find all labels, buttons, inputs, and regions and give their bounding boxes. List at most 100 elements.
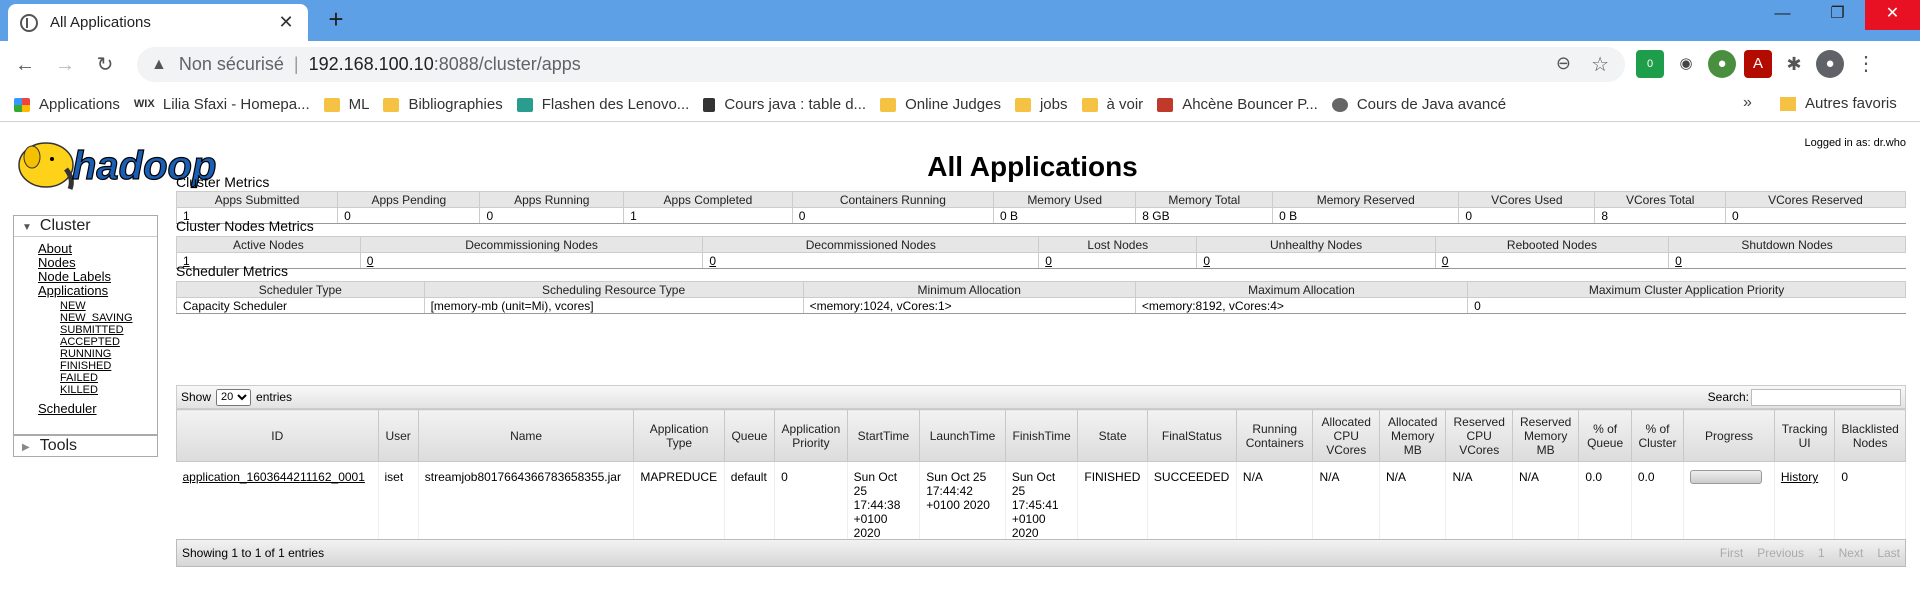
col-header-running-containers[interactable]: Running Containers	[1235, 409, 1314, 462]
cluster-nav-header[interactable]: ▼ Cluster	[14, 216, 157, 237]
nav-state-finished[interactable]: FINISHED	[60, 360, 111, 372]
bookmark-bibliographies[interactable]: Bibliographies	[383, 96, 503, 113]
reload-icon[interactable]: ↻	[90, 50, 120, 80]
col-header-tracking-ui[interactable]: Tracking UI	[1773, 409, 1836, 462]
pdf-extension-icon[interactable]: A	[1744, 50, 1772, 78]
memory-reserved-value: 0 B	[1272, 207, 1459, 224]
nav-state-submitted[interactable]: SUBMITTED	[60, 324, 124, 336]
shield-extension-icon[interactable]: 0	[1636, 50, 1664, 78]
nav-state-new[interactable]: NEW	[60, 300, 86, 312]
entries-select[interactable]: 20	[216, 388, 252, 406]
puzzle-icon[interactable]: ✱	[1780, 50, 1808, 78]
bookmark-applications[interactable]: Applications	[14, 96, 120, 113]
menu-dots-icon[interactable]: ⋮	[1852, 50, 1880, 78]
page-number-button[interactable]: 1	[1818, 546, 1825, 560]
metric-header: Lost Nodes	[1038, 236, 1198, 253]
bookmark-ahcene[interactable]: Ahcène Bouncer P...	[1157, 96, 1318, 113]
bookmark-jobs[interactable]: jobs	[1014, 96, 1068, 113]
col-header-res-mem[interactable]: Reserved Memory MB	[1511, 409, 1580, 462]
nav-about[interactable]: About	[38, 241, 72, 256]
nav-applications[interactable]: Applications	[38, 283, 108, 298]
col-header-finish-time[interactable]: FinishTime	[1004, 409, 1079, 462]
search-input[interactable]	[1751, 388, 1901, 406]
page-next-button[interactable]: Next	[1839, 546, 1864, 560]
nav-scheduler[interactable]: Scheduler	[38, 401, 97, 416]
col-header-pct-queue[interactable]: % of Queue	[1578, 409, 1632, 462]
col-header-queue[interactable]: Queue	[723, 409, 776, 462]
globe-extension-icon[interactable]: ●	[1708, 50, 1736, 78]
profile-avatar-icon[interactable]: ●	[1816, 50, 1844, 78]
col-header-name[interactable]: Name	[417, 409, 635, 462]
metric-header: Apps Submitted	[175, 191, 339, 208]
table-row: application_1603644211162_0001 iset stre…	[176, 461, 1906, 548]
unhealthy-nodes-link[interactable]: 0	[1203, 254, 1210, 268]
app-queue: default	[724, 461, 776, 548]
memory-used-value: 0 B	[993, 207, 1136, 224]
bookmark-cours-java[interactable]: Cours java : table d...	[703, 96, 866, 113]
window-controls: — ❐ ✕	[1755, 0, 1920, 30]
new-tab-button[interactable]: +	[322, 6, 350, 34]
browser-tab[interactable]: All Applications ✕	[8, 4, 308, 41]
col-header-state[interactable]: State	[1077, 409, 1148, 462]
nav-nodes[interactable]: Nodes	[38, 255, 76, 270]
metric-header: Maximum Cluster Application Priority	[1467, 281, 1906, 298]
application-id-link[interactable]: application_1603644211162_0001	[183, 470, 365, 484]
col-header-launch-time[interactable]: LaunchTime	[919, 409, 1006, 462]
col-header-progress[interactable]: Progress	[1683, 409, 1775, 462]
tracking-history-link[interactable]: History	[1781, 470, 1818, 484]
col-header-alloc-mem[interactable]: Allocated Memory MB	[1378, 409, 1447, 462]
col-header-res-vcores[interactable]: Reserved CPU VCores	[1445, 409, 1513, 462]
bookmark-star-icon[interactable]: ☆	[1591, 52, 1609, 77]
zoom-icon[interactable]: ⊖	[1556, 53, 1571, 74]
other-bookmarks[interactable]: Autres favoris	[1780, 95, 1897, 112]
close-tab-icon[interactable]: ✕	[276, 12, 296, 33]
minimize-icon[interactable]: —	[1755, 0, 1810, 30]
resource-type-value: [memory-mb (unit=Mi), vcores]	[423, 297, 804, 314]
nav-state-accepted[interactable]: ACCEPTED	[60, 336, 120, 348]
entries-label: entries	[256, 390, 293, 404]
nav-state-running[interactable]: RUNNING	[60, 348, 111, 360]
security-status[interactable]: Non sécurisé	[179, 54, 284, 75]
col-header-final-status[interactable]: FinalStatus	[1146, 409, 1237, 462]
page-title: All Applications	[927, 151, 1138, 182]
folder-icon	[1081, 97, 1098, 112]
bookmark-online-judges[interactable]: Online Judges	[880, 96, 1001, 113]
col-header-start-time[interactable]: StartTime	[846, 409, 921, 462]
bookmark-java-avance[interactable]: Cours de Java avancé	[1331, 96, 1506, 113]
nav-state-new-saving[interactable]: NEW_SAVING	[60, 312, 133, 324]
rebooted-nodes-link[interactable]: 0	[1442, 254, 1449, 268]
col-header-priority[interactable]: Application Priority	[774, 409, 848, 462]
col-header-user[interactable]: User	[377, 409, 419, 462]
nav-node-labels[interactable]: Node Labels	[38, 269, 111, 284]
tools-nav-header[interactable]: ▶ Tools	[13, 435, 158, 457]
address-bar[interactable]: ▲ Non sécurisé | 192.168.100.10:8088/clu…	[137, 47, 1625, 82]
lost-nodes-link[interactable]: 0	[1045, 254, 1052, 268]
close-window-icon[interactable]: ✕	[1865, 0, 1920, 30]
col-header-alloc-vcores[interactable]: Allocated CPU VCores	[1312, 409, 1380, 462]
nav-state-failed[interactable]: FAILED	[60, 372, 98, 384]
page-last-button[interactable]: Last	[1877, 546, 1900, 560]
col-header-pct-cluster[interactable]: % of Cluster	[1630, 409, 1685, 462]
bookmark-a-voir[interactable]: à voir	[1081, 96, 1143, 113]
bookmark-flashen[interactable]: Flashen des Lenovo...	[516, 96, 689, 113]
shutdown-nodes-link[interactable]: 0	[1675, 254, 1682, 268]
decommissioning-nodes-link[interactable]: 0	[367, 254, 374, 268]
app-running-containers: N/A	[1236, 461, 1314, 548]
col-header-app-type[interactable]: Application Type	[633, 409, 725, 462]
app-name: streamjob8017664366783658355.jar	[418, 461, 635, 548]
metric-header: VCores Used	[1458, 191, 1596, 208]
back-arrow-icon[interactable]: ←	[10, 50, 40, 80]
nav-state-killed[interactable]: KILLED	[60, 384, 98, 396]
col-header-blacklisted[interactable]: Blacklisted Nodes	[1834, 409, 1906, 462]
metric-header: Minimum Allocation	[802, 281, 1136, 298]
bookmark-lilia[interactable]: WIX Lilia Sfaxi - Homepa...	[134, 96, 310, 113]
bookmark-ml[interactable]: ML	[323, 96, 369, 113]
page-previous-button[interactable]: Previous	[1757, 546, 1804, 560]
forward-arrow-icon[interactable]: →	[50, 50, 80, 80]
col-header-id[interactable]: ID	[176, 409, 379, 462]
eye-extension-icon[interactable]: ◉	[1672, 50, 1700, 78]
page-first-button[interactable]: First	[1720, 546, 1743, 560]
decommissioned-nodes-link[interactable]: 0	[709, 254, 716, 268]
bookmarks-overflow-icon[interactable]: »	[1743, 94, 1752, 112]
maximize-icon[interactable]: ❐	[1810, 0, 1865, 30]
